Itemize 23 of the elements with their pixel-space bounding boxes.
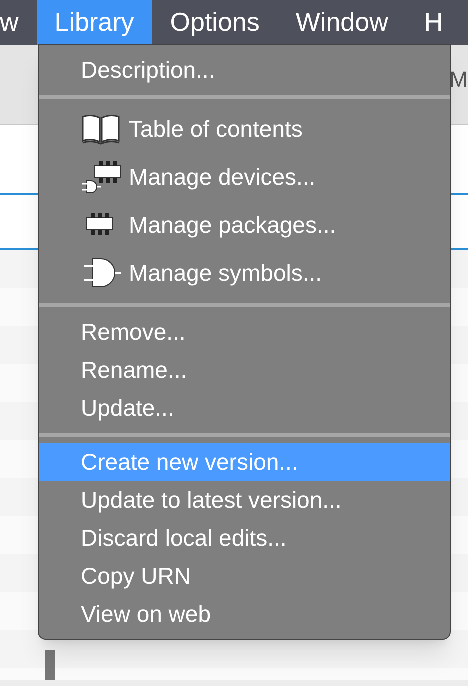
menu-item[interactable]: Manage packages... [39,201,450,249]
menu-bar-item[interactable]: Window [278,0,406,45]
menu-item[interactable]: View on web [39,595,450,633]
menu-item[interactable]: Update... [39,389,450,427]
menu-item[interactable]: Rename... [39,351,450,389]
menu-item[interactable]: Copy URN [39,557,450,595]
menu-item[interactable]: Manage symbols... [39,249,450,297]
menu-item[interactable]: Description... [39,51,450,89]
menu-bar-item[interactable]: w [0,0,37,45]
book-icon [81,113,121,145]
menu-bar-item[interactable]: Options [152,0,278,45]
menu-item[interactable]: Create new version... [39,443,450,481]
menu-item[interactable]: Table of contents [39,105,450,153]
gate-symbol-icon [81,257,121,289]
menu-item[interactable]: Update to latest version... [39,481,450,519]
menu-bar-item[interactable]: Library [36,0,152,45]
window-title-fragment: M [448,66,468,94]
chip-and-gate-icon [81,161,121,193]
menu-item[interactable]: Discard local edits... [39,519,450,557]
menu-item[interactable]: Remove... [39,313,450,351]
menu-item[interactable]: Manage devices... [39,153,450,201]
menu-bar-item[interactable]: H [406,0,462,45]
scrollbar[interactable] [45,650,55,680]
